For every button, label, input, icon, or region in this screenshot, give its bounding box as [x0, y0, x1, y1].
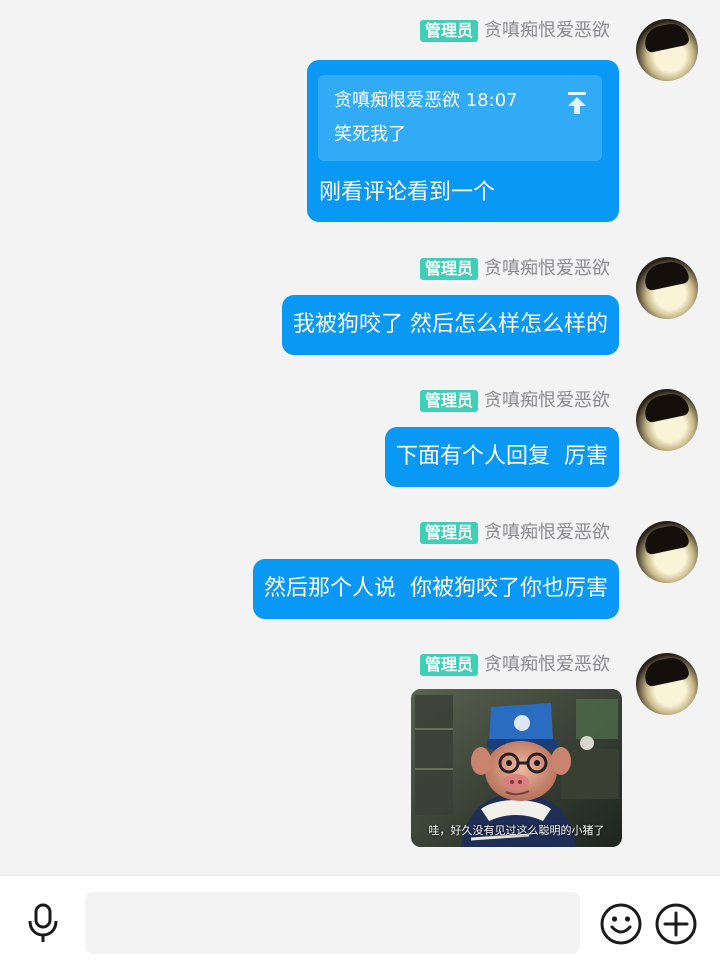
image-caption: 哇，好久没有见过这么聪明的小猪了 — [428, 824, 605, 837]
admin-badge: 管理员 — [419, 258, 478, 280]
quote-header: 贪嗔痴恨爱恶欲 18:07 — [334, 90, 518, 111]
avatar[interactable] — [636, 653, 698, 715]
message-meta: 管理员 贪嗔痴恨爱恶欲 — [419, 389, 610, 413]
avatar[interactable] — [636, 389, 698, 451]
plus-icon[interactable] — [653, 901, 699, 947]
jump-to-top-icon[interactable] — [566, 91, 588, 115]
quote-text: 笑死我了 — [334, 124, 406, 145]
image-message[interactable]: 哇，好久没有见过这么聪明的小猪了 — [411, 689, 622, 847]
avatar[interactable] — [636, 521, 698, 583]
admin-badge: 管理员 — [419, 20, 478, 42]
sender-name: 贪嗔痴恨爱恶欲 — [484, 522, 610, 543]
message-bubble[interactable]: 贪嗔痴恨爱恶欲 18:07 笑死我了 刚看评论看到一个 — [307, 60, 619, 222]
avatar[interactable] — [636, 19, 698, 81]
message-bubble[interactable]: 然后那个人说 你被狗咬了你也厉害 — [253, 559, 619, 619]
message-meta: 管理员 贪嗔痴恨爱恶欲 — [419, 19, 610, 43]
admin-badge: 管理员 — [419, 522, 478, 544]
quoted-message[interactable]: 贪嗔痴恨爱恶欲 18:07 笑死我了 — [318, 75, 602, 161]
sender-name: 贪嗔痴恨爱恶欲 — [484, 390, 610, 411]
microphone-icon[interactable] — [25, 903, 61, 943]
admin-badge: 管理员 — [419, 390, 478, 412]
message-text: 刚看评论看到一个 — [319, 180, 496, 205]
message-bubble[interactable]: 下面有个人回复 厉害 — [385, 427, 619, 487]
message-meta: 管理员 贪嗔痴恨爱恶欲 — [419, 257, 610, 281]
sender-name: 贪嗔痴恨爱恶欲 — [484, 258, 610, 279]
avatar[interactable] — [636, 257, 698, 319]
chat-input-bar — [0, 875, 720, 970]
message-input[interactable] — [85, 892, 580, 954]
message-text: 下面有个人回复 厉害 — [396, 444, 608, 469]
message-meta: 管理员 贪嗔痴恨爱恶欲 — [419, 521, 610, 545]
message-text: 然后那个人说 你被狗咬了你也厉害 — [264, 576, 608, 601]
sender-name: 贪嗔痴恨爱恶欲 — [484, 20, 610, 41]
message-meta: 管理员 贪嗔痴恨爱恶欲 — [419, 653, 610, 677]
message-bubble[interactable]: 我被狗咬了 然后怎么样怎么样的 — [282, 295, 619, 355]
emoji-icon[interactable] — [598, 901, 644, 947]
admin-badge: 管理员 — [419, 654, 478, 676]
sender-name: 贪嗔痴恨爱恶欲 — [484, 654, 610, 675]
message-text: 我被狗咬了 然后怎么样怎么样的 — [293, 312, 608, 337]
